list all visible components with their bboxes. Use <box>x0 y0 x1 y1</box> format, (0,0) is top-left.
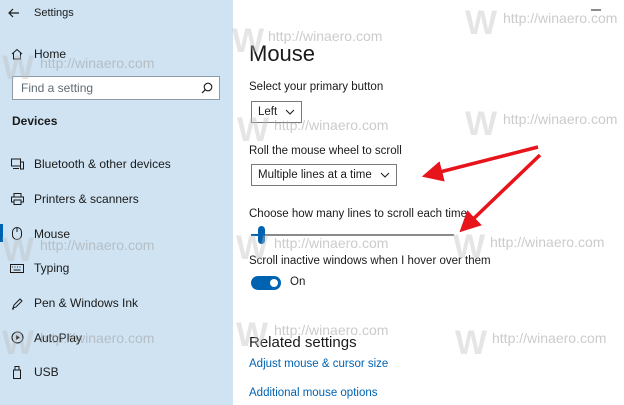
chevron-down-icon <box>380 172 390 178</box>
sidebar-item-label: USB <box>34 365 59 380</box>
sidebar-item-home[interactable]: Home <box>0 42 233 66</box>
sidebar: Settings Home Find a setting Devices Blu… <box>0 0 233 405</box>
sidebar-item-label: AutoPlay <box>34 330 83 345</box>
sidebar-nav: Bluetooth & other devices Printers & sca… <box>0 147 233 390</box>
lines-slider[interactable] <box>251 226 454 244</box>
primary-button-dropdown[interactable]: Left <box>251 101 303 123</box>
sidebar-item-label: Mouse <box>34 226 71 241</box>
usb-icon <box>0 365 34 379</box>
app-title: Settings <box>34 7 74 19</box>
back-arrow-icon <box>8 8 19 18</box>
toggle-state-label: On <box>290 276 306 288</box>
sidebar-item-label: Printers & scanners <box>34 192 139 207</box>
wheel-scroll-dropdown[interactable]: Multiple lines at a time <box>251 164 397 186</box>
search-input[interactable]: Find a setting <box>12 76 220 100</box>
sidebar-item-label: Typing <box>34 261 70 276</box>
adjust-mouse-cursor-link[interactable]: Adjust mouse & cursor size <box>249 358 388 370</box>
main-pane: Mouse Select your primary button Left Ro… <box>233 0 624 405</box>
toggle-knob <box>270 279 278 287</box>
sidebar-item-label: Home <box>34 47 67 61</box>
dropdown-value: Multiple lines at a time <box>258 169 372 181</box>
inactive-scroll-toggle[interactable] <box>251 276 281 290</box>
sidebar-item-usb[interactable]: USB <box>0 355 233 390</box>
title-bar: Settings <box>0 0 233 26</box>
sidebar-item-printers[interactable]: Printers & scanners <box>0 182 233 217</box>
home-icon <box>0 48 34 60</box>
page-title: Mouse <box>249 41 316 66</box>
lines-slider-label: Choose how many lines to scroll each tim… <box>249 208 467 220</box>
search-placeholder: Find a setting <box>21 81 94 95</box>
sidebar-item-pen[interactable]: Pen & Windows Ink <box>0 286 233 321</box>
sidebar-item-typing[interactable]: Typing <box>0 251 233 286</box>
sidebar-item-autoplay[interactable]: AutoPlay <box>0 320 233 355</box>
back-button[interactable] <box>0 0 28 26</box>
sidebar-item-label: Pen & Windows Ink <box>34 296 139 311</box>
sidebar-item-mouse[interactable]: Mouse <box>0 216 233 251</box>
printer-icon <box>0 193 34 206</box>
additional-mouse-options-link[interactable]: Additional mouse options <box>249 387 378 399</box>
bluetooth-devices-icon <box>0 158 34 170</box>
slider-track <box>251 234 454 236</box>
dropdown-value: Left <box>258 106 278 118</box>
primary-button-label: Select your primary button <box>249 81 384 93</box>
wheel-scroll-label: Roll the mouse wheel to scroll <box>249 145 402 157</box>
sidebar-item-bluetooth[interactable]: Bluetooth & other devices <box>0 147 233 182</box>
minimize-button[interactable] <box>586 0 606 20</box>
chevron-down-icon <box>285 109 295 115</box>
inactive-scroll-label: Scroll inactive windows when I hover ove… <box>249 255 491 267</box>
pen-icon <box>0 297 34 310</box>
search-icon[interactable] <box>195 77 219 99</box>
section-heading: Devices <box>12 114 58 128</box>
sidebar-item-label: Bluetooth & other devices <box>34 157 171 172</box>
slider-thumb[interactable] <box>258 226 265 244</box>
minimize-icon <box>591 9 601 11</box>
mouse-icon <box>0 227 34 241</box>
autoplay-icon <box>0 331 34 344</box>
keyboard-icon <box>0 263 34 273</box>
related-settings-heading: Related settings <box>249 334 357 351</box>
